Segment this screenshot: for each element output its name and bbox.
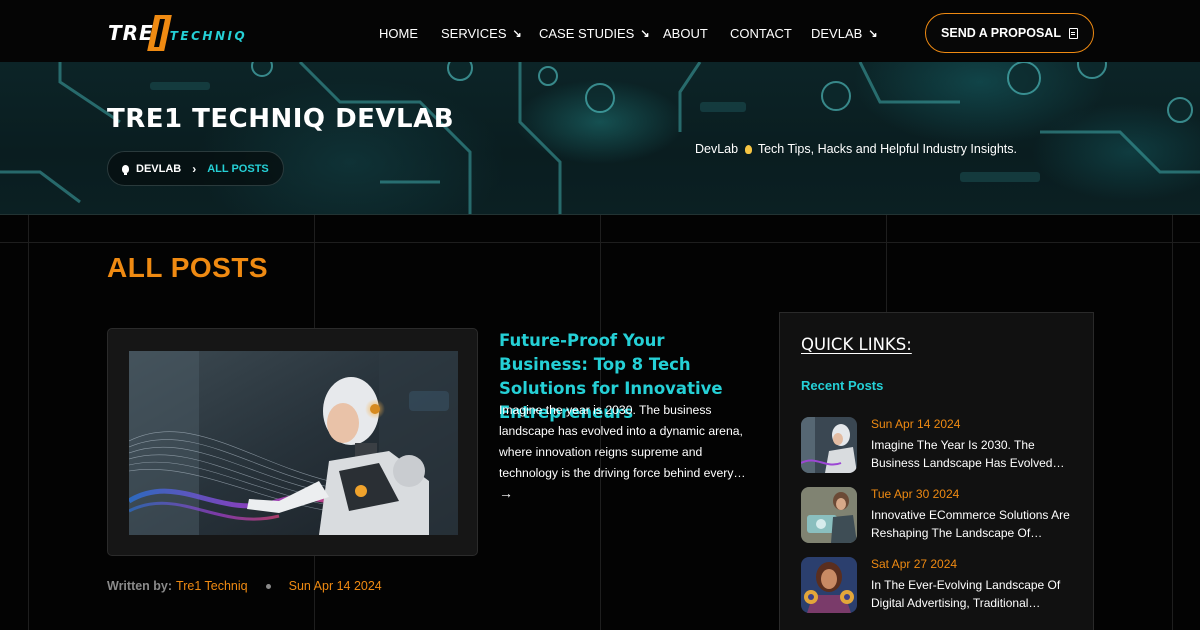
arrow-down-right-icon: ↘: [512, 28, 522, 40]
hero-banner: TRE1 TECHNIQ DEVLAB DEVLAB › ALL POSTS D…: [0, 62, 1200, 215]
recent-posts-title: Recent Posts: [801, 378, 884, 393]
page-title: TRE1 TECHNIQ DEVLAB: [107, 104, 455, 134]
post-author[interactable]: Tre1 Techniq: [176, 579, 248, 593]
nav-case-studies[interactable]: CASE STUDIES ↘: [539, 26, 650, 41]
nav-label: HOME: [379, 26, 418, 41]
logo-tre-text: TRE: [108, 21, 154, 45]
hero-tagline: DevLab Tech Tips, Hacks and Helpful Indu…: [695, 142, 1017, 156]
recent-post-date: Sat Apr 27 2024: [871, 557, 958, 571]
post-meta: Written by: Tre1 Techniq Sun Apr 14 2024: [107, 579, 382, 593]
recent-post-item[interactable]: Sun Apr 14 2024 Imagine The Year Is 2030…: [801, 417, 1081, 477]
recent-post-item[interactable]: Tue Apr 30 2024 Innovative ECommerce Sol…: [801, 487, 1081, 547]
nav-label: SERVICES: [441, 26, 507, 41]
tagline-prefix: DevLab: [695, 142, 739, 156]
send-proposal-button[interactable]: SEND A PROPOSAL: [925, 13, 1094, 53]
written-by-label: Written by:: [107, 579, 173, 593]
post-excerpt: Imagine the year is 2030. The business l…: [499, 403, 746, 480]
arrow-down-right-icon: ↘: [640, 28, 650, 40]
lightbulb-icon: [122, 164, 129, 175]
send-proposal-label: SEND A PROPOSAL: [941, 26, 1061, 40]
nav-label: CASE STUDIES: [539, 26, 635, 41]
arrow-down-right-icon: ↘: [868, 28, 878, 40]
nav-services[interactable]: SERVICES ↘: [441, 26, 522, 41]
quick-links-sidebar: QUICK LINKS: Recent Posts Sun Apr 14 202…: [779, 312, 1094, 630]
circuit-background: [0, 62, 1200, 214]
quick-links-title: QUICK LINKS:: [801, 335, 912, 354]
site-header: TRE TECHNIQ HOME SERVICES ↘ CASE STUDIES…: [0, 0, 1200, 62]
recent-post-item[interactable]: Sat Apr 27 2024 In The Ever-Evolving Lan…: [801, 557, 1081, 617]
nav-label: DEVLAB: [811, 26, 863, 41]
recent-post-date: Sun Apr 14 2024: [871, 417, 961, 431]
section-title: ALL POSTS: [107, 252, 269, 283]
nav-about[interactable]: ABOUT: [663, 26, 708, 41]
nav-contact[interactable]: CONTACT: [730, 26, 792, 41]
post-featured-image: [129, 351, 458, 535]
meta-separator-dot: [265, 583, 271, 589]
lightbulb-icon: [744, 145, 752, 154]
logo-techniq-text: TECHNIQ: [169, 29, 248, 43]
post-date: Sun Apr 14 2024: [288, 579, 382, 593]
nav-label: ABOUT: [663, 26, 708, 41]
nav-home[interactable]: HOME: [379, 26, 418, 41]
recent-post-excerpt: Innovative ECommerce Solutions Are Resha…: [871, 508, 1070, 540]
tagline-text: Tech Tips, Hacks and Helpful Industry In…: [757, 142, 1017, 156]
grid-line: [0, 242, 1200, 243]
breadcrumb: DEVLAB › ALL POSTS: [107, 151, 284, 186]
recent-post-thumbnail: [801, 417, 857, 473]
recent-post-excerpt: Imagine The Year Is 2030. The Business L…: [871, 438, 1065, 470]
recent-post-thumbnail: [801, 487, 857, 543]
chevron-right-icon: ›: [192, 161, 197, 176]
breadcrumb-devlab[interactable]: DEVLAB: [136, 163, 181, 175]
nav-devlab[interactable]: DEVLAB ↘: [811, 26, 878, 41]
recent-post-date: Tue Apr 30 2024: [871, 487, 960, 501]
recent-post-thumbnail: [801, 557, 857, 613]
document-icon: [1068, 27, 1078, 39]
recent-post-excerpt: In The Ever-Evolving Landscape Of Digita…: [871, 578, 1061, 610]
site-logo[interactable]: TRE TECHNIQ: [108, 15, 247, 51]
nav-label: CONTACT: [730, 26, 792, 41]
breadcrumb-current: ALL POSTS: [207, 162, 269, 175]
post-image-card[interactable]: [107, 328, 478, 556]
arrow-right-icon[interactable]: →: [499, 485, 513, 501]
